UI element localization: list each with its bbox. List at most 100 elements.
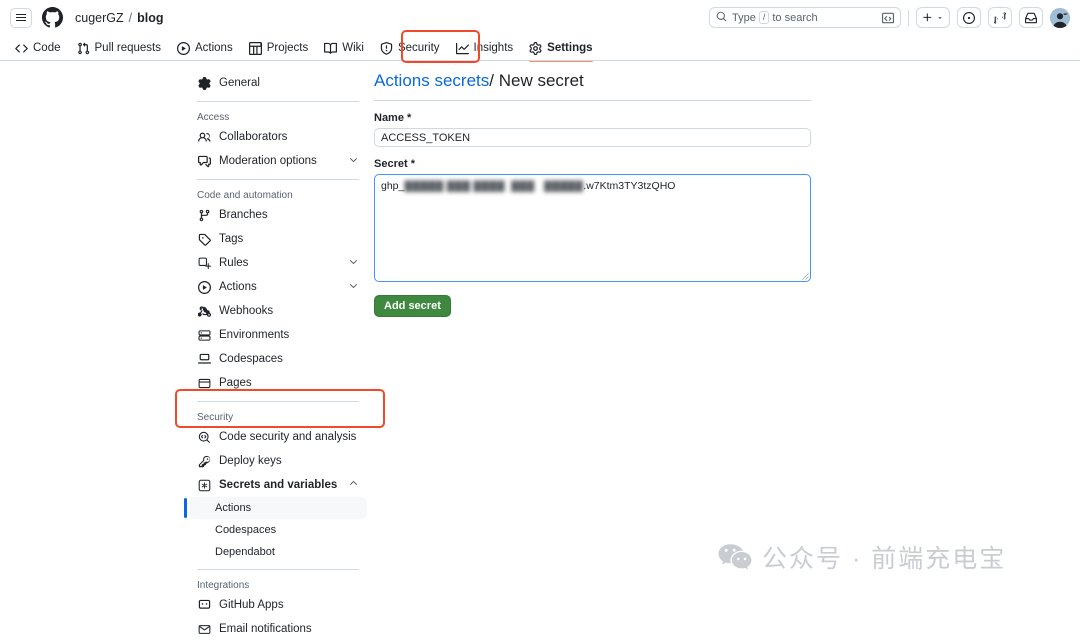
- sidebar-item-actions[interactable]: Actions: [189, 275, 367, 299]
- sidebar-item-code-security-and-analysis[interactable]: Code security and analysis: [189, 425, 367, 449]
- watermark: 公众号 · 前端充电宝: [718, 539, 1006, 575]
- sidebar-divider: [197, 569, 359, 570]
- sidebar-item-label: Moderation options: [219, 155, 317, 167]
- sidebar-item-collaborators[interactable]: Collaborators: [189, 125, 367, 149]
- tab-insights[interactable]: Insights: [449, 39, 521, 58]
- sidebar-item-secrets-and-variables[interactable]: Secrets and variables: [189, 473, 367, 497]
- secret-suffix: .w7Ktm3TY3tzQHO: [583, 180, 676, 192]
- search-placeholder: Type / to search: [732, 11, 818, 24]
- hamburger-menu-icon[interactable]: [10, 7, 32, 28]
- sidebar-subitem-label: Dependabot: [215, 546, 275, 558]
- sidebar-item-label: Webhooks: [219, 305, 274, 317]
- book-icon: [324, 42, 338, 54]
- sidebar-item-label: Rules: [219, 257, 249, 269]
- add-secret-button[interactable]: Add secret: [374, 295, 451, 317]
- tab-actions-label: Actions: [194, 42, 233, 54]
- header-divider: [908, 9, 909, 26]
- issues-button[interactable]: [957, 7, 981, 28]
- issues-icon: [963, 11, 975, 24]
- sidebar-item-tags[interactable]: Tags: [189, 227, 367, 251]
- github-logo[interactable]: [42, 7, 63, 28]
- plus-icon: [923, 13, 932, 22]
- code-scan-icon: [197, 430, 211, 444]
- sidebar-item-branches[interactable]: Branches: [189, 203, 367, 227]
- pull-request-icon: [994, 12, 1006, 23]
- tab-settings[interactable]: Settings: [522, 39, 599, 62]
- key-asterisk-icon: [197, 478, 211, 492]
- terminal-icon[interactable]: [882, 12, 894, 24]
- breadcrumb: cugerGZ / blog: [75, 11, 164, 25]
- graph-icon: [455, 42, 469, 54]
- settings-sidebar: General Access Collaborators Moderation …: [184, 71, 367, 641]
- secret-redacted-middle: ▓▓▓▓▓ ▓▓▓ ▓▓▓▓ ▓▓▓ ▓▓▓▓▓: [404, 180, 584, 192]
- sidebar-item-rules[interactable]: Rules: [189, 251, 367, 275]
- repo-navigation: Code Pull requests Actions Projects Wiki…: [0, 35, 1080, 62]
- sidebar-item-moderation-options[interactable]: Moderation options: [189, 149, 367, 173]
- secret-name-input[interactable]: [374, 128, 811, 147]
- chevron-down-icon: [938, 16, 942, 19]
- sidebar-item-label: GitHub Apps: [219, 599, 284, 611]
- comment-discussion-icon: [197, 154, 211, 168]
- sidebar-item-label: Pages: [219, 377, 252, 389]
- breadcrumb-actions-secrets-link[interactable]: Actions secrets: [374, 71, 489, 90]
- sidebar-divider: [197, 401, 359, 402]
- breadcrumb-owner[interactable]: cugerGZ: [75, 11, 124, 25]
- avatar[interactable]: [1050, 7, 1070, 28]
- secret-field-label: Secret *: [374, 158, 415, 170]
- secret-textarea-wrapper: ghp_▓▓▓▓▓ ▓▓▓ ▓▓▓▓ ▓▓▓ ▓▓▓▓▓.w7Ktm3TY3tz…: [374, 174, 811, 282]
- chevron-down-icon: [348, 256, 359, 270]
- sidebar-subitem-dependabot[interactable]: Dependabot: [189, 541, 367, 563]
- name-field-label: Name *: [374, 112, 412, 124]
- tab-actions[interactable]: Actions: [170, 39, 240, 58]
- sidebar-item-pages[interactable]: Pages: [189, 371, 367, 395]
- sidebar-subitem-codespaces[interactable]: Codespaces: [189, 519, 367, 541]
- tab-wiki[interactable]: Wiki: [317, 39, 371, 58]
- tab-projects[interactable]: Projects: [242, 39, 316, 58]
- sidebar-item-webhooks[interactable]: Webhooks: [189, 299, 367, 323]
- create-new-button[interactable]: [916, 7, 950, 28]
- chevron-up-icon: [348, 478, 359, 492]
- title-divider: [374, 100, 811, 101]
- tab-security[interactable]: Security: [373, 39, 447, 58]
- sidebar-subitem-label: Actions: [215, 502, 252, 514]
- github-apps-icon: [197, 598, 211, 612]
- sidebar-item-email-notifications[interactable]: Email notifications: [189, 617, 367, 641]
- search-placeholder-suffix: to search: [772, 11, 818, 24]
- sidebar-item-label: Branches: [219, 209, 268, 221]
- sidebar-subitem-actions[interactable]: Actions: [184, 497, 367, 519]
- key-icon: [197, 454, 211, 468]
- breadcrumb-repo[interactable]: blog: [137, 11, 163, 25]
- sidebar-item-label: Codespaces: [219, 353, 283, 365]
- tab-settings-label: Settings: [547, 42, 593, 54]
- gear-icon: [197, 76, 211, 90]
- sidebar-item-codespaces[interactable]: Codespaces: [189, 347, 367, 371]
- sidebar-item-deploy-keys[interactable]: Deploy keys: [189, 449, 367, 473]
- sidebar-item-general[interactable]: General: [189, 71, 367, 95]
- sidebar-item-github-apps[interactable]: GitHub Apps: [189, 593, 367, 617]
- watermark-text: 公众号 · 前端充电宝: [762, 545, 1007, 573]
- page-title-separator: /: [489, 71, 494, 90]
- tab-pull-requests[interactable]: Pull requests: [70, 39, 168, 58]
- sidebar-section-security: Security: [197, 412, 234, 423]
- tab-code[interactable]: Code: [8, 39, 68, 58]
- search-icon: [716, 11, 727, 25]
- notifications-inbox-button[interactable]: [1019, 7, 1043, 28]
- search-input[interactable]: Type / to search: [709, 7, 901, 28]
- sidebar-divider: [197, 179, 359, 180]
- play-circle-icon: [197, 280, 211, 294]
- sidebar-section-code-and-automation: Code and automation: [197, 190, 293, 201]
- secret-value-textarea[interactable]: ghp_▓▓▓▓▓ ▓▓▓ ▓▓▓▓ ▓▓▓ ▓▓▓▓▓.w7Ktm3TY3tz…: [374, 174, 811, 282]
- breadcrumb-separator: /: [128, 10, 133, 25]
- page-title: Actions secrets/ New secret: [374, 71, 811, 100]
- play-circle-icon: [176, 41, 190, 55]
- tag-icon: [197, 232, 211, 246]
- sidebar-item-label: Actions: [219, 281, 257, 293]
- pull-requests-button[interactable]: [988, 7, 1012, 28]
- sidebar-section-integrations: Integrations: [197, 580, 250, 591]
- app-header: cugerGZ / blog Type / to search: [0, 0, 1080, 35]
- browser-icon: [197, 376, 211, 390]
- sidebar-item-environments[interactable]: Environments: [189, 323, 367, 347]
- sidebar-item-label: Secrets and variables: [219, 479, 338, 491]
- table-icon: [248, 41, 262, 55]
- sidebar-divider: [197, 101, 359, 102]
